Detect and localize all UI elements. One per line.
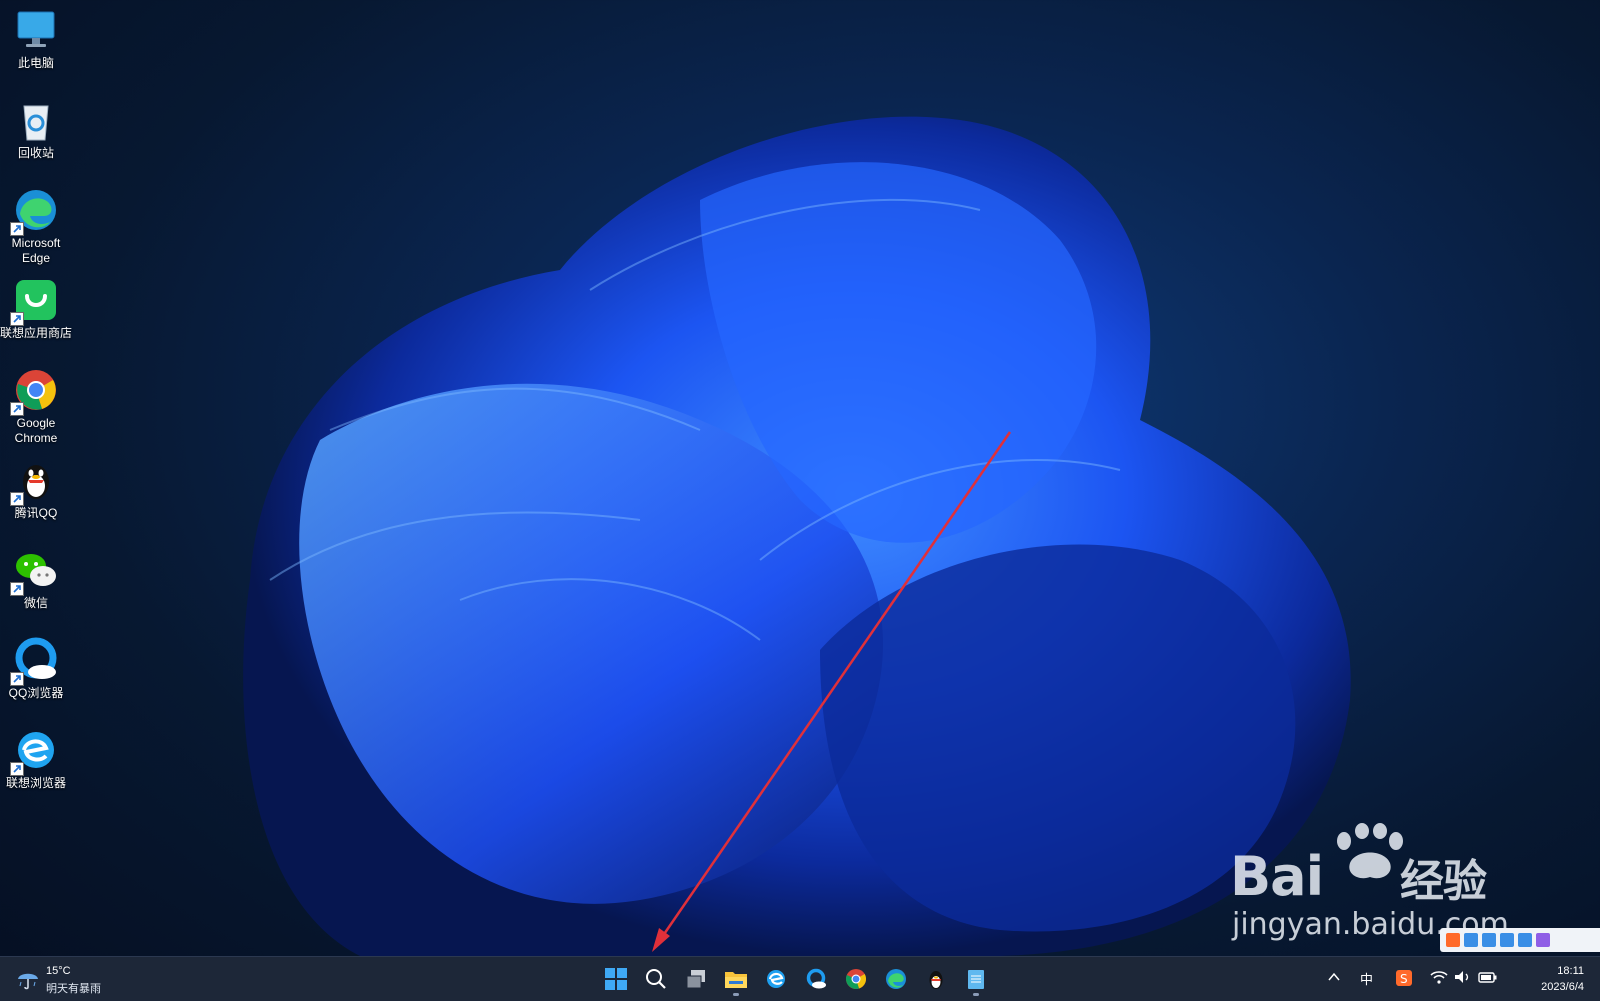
qq-browser-icon (806, 968, 826, 989)
shortcut-arrow-icon (10, 312, 24, 326)
desktop-icon-this-pc[interactable]: 此电脑 (0, 0, 72, 71)
taskbar-file-explorer[interactable] (716, 961, 756, 997)
shortcut-arrow-icon (10, 582, 24, 596)
lenovo-store-icon (10, 276, 60, 326)
file-explorer-icon (725, 972, 747, 988)
shortcut-arrow-icon (10, 762, 24, 776)
chrome-icon (845, 969, 867, 989)
desktop-wallpaper (243, 116, 1351, 956)
volume-icon[interactable] (1454, 970, 1472, 984)
qq-browser-icon (10, 636, 60, 686)
sogou-input-icon[interactable]: S (1396, 970, 1412, 986)
desktop-icon-label: 此电脑 (17, 56, 54, 70)
qq-icon (10, 456, 60, 506)
notepad-icon (968, 970, 984, 989)
ie-icon (767, 970, 785, 988)
svg-text:S: S (1400, 972, 1408, 986)
running-indicator (973, 993, 979, 996)
taskbar-qq[interactable] (916, 961, 956, 997)
desktop-icon-edge[interactable]: Microsoft Edge (0, 180, 72, 266)
qq-icon (929, 971, 943, 989)
shortcut-arrow-icon (10, 402, 24, 416)
desktop-icon-label: 回收站 (17, 146, 54, 160)
watermark-brand: Bai (1230, 845, 1324, 908)
taskbar: 15°C 明天有暴雨 中 S 18:11 2023/6/4 (0, 956, 1600, 1001)
paw-logo-icon (1337, 823, 1403, 879)
shortcut-arrow-icon (10, 492, 24, 506)
ime-microphone-icon[interactable] (1482, 933, 1496, 947)
ime-indicator[interactable]: 中 (1360, 969, 1373, 988)
clock[interactable]: 18:11 2023/6/4 (1541, 963, 1584, 995)
wifi-icon[interactable] (1430, 970, 1448, 984)
running-indicator (733, 993, 739, 996)
desktop-icon-qq-browser[interactable]: QQ浏览器 (0, 630, 72, 701)
task-view-icon (686, 970, 705, 989)
taskbar-qq-browser[interactable] (796, 961, 836, 997)
desktop-icon-label: 腾讯QQ (14, 506, 58, 520)
shortcut-arrow-icon (10, 222, 24, 236)
taskbar-chrome[interactable] (836, 961, 876, 997)
desktop-icon-wechat[interactable]: 微信 (0, 540, 72, 611)
taskbar-app-list (596, 961, 996, 997)
sogou-ime-icon[interactable] (1446, 933, 1460, 947)
start-button[interactable] (596, 961, 636, 997)
search-button[interactable] (636, 961, 676, 997)
wechat-icon (10, 546, 60, 596)
start-icon (605, 968, 627, 990)
shortcut-arrow-icon (10, 672, 24, 686)
umbrella-rain-icon (18, 973, 38, 990)
weather-temperature: 15°C (46, 965, 71, 977)
desktop-icon-lenovo-browser[interactable]: 联想浏览器 (0, 720, 72, 791)
weather-widget[interactable]: 15°C 明天有暴雨 (16, 963, 136, 995)
desktop-icon-chrome[interactable]: Google Chrome (0, 360, 72, 446)
ime-toolbar[interactable] (1440, 928, 1600, 952)
clock-date: 2023/6/4 (1541, 981, 1584, 993)
taskbar-ie[interactable] (756, 961, 796, 997)
chrome-icon (10, 366, 60, 416)
weather-forecast: 明天有暴雨 (46, 983, 101, 995)
desktop-icon-label: QQ浏览器 (8, 686, 64, 700)
ime-skin-icon[interactable] (1518, 933, 1532, 947)
ime-plus-icon[interactable] (1464, 933, 1478, 947)
taskbar-edge[interactable] (876, 961, 916, 997)
desktop-icon-label: Microsoft Edge (11, 236, 61, 265)
desktop-icon-label: Google Chrome (14, 416, 58, 445)
recycle-bin-icon (12, 96, 60, 144)
task-view-button[interactable] (676, 961, 716, 997)
ime-apps-icon[interactable] (1536, 933, 1550, 947)
desktop-icon-lenovo-store[interactable]: 联想应用商店 (0, 270, 72, 341)
desktop-icon-label: 联想浏览器 (5, 776, 66, 790)
chevron-up-icon[interactable] (1328, 972, 1340, 982)
monitor-icon (12, 6, 60, 54)
ime-keyboard-icon[interactable] (1500, 933, 1514, 947)
clock-time: 18:11 (1557, 965, 1584, 977)
desktop-icon-label: 微信 (23, 596, 48, 610)
lenovo-browser-icon (10, 726, 60, 776)
search-icon (646, 969, 666, 989)
edge-icon (886, 969, 906, 989)
taskbar-notepad[interactable] (956, 961, 996, 997)
desktop-icon-label: 联想应用商店 (0, 326, 73, 340)
watermark-suffix: 经验 (1400, 856, 1487, 907)
edge-icon (10, 186, 60, 236)
desktop-icon-qq[interactable]: 腾讯QQ (0, 450, 72, 521)
battery-icon[interactable] (1478, 970, 1498, 984)
desktop-icon-recycle-bin[interactable]: 回收站 (0, 90, 72, 161)
